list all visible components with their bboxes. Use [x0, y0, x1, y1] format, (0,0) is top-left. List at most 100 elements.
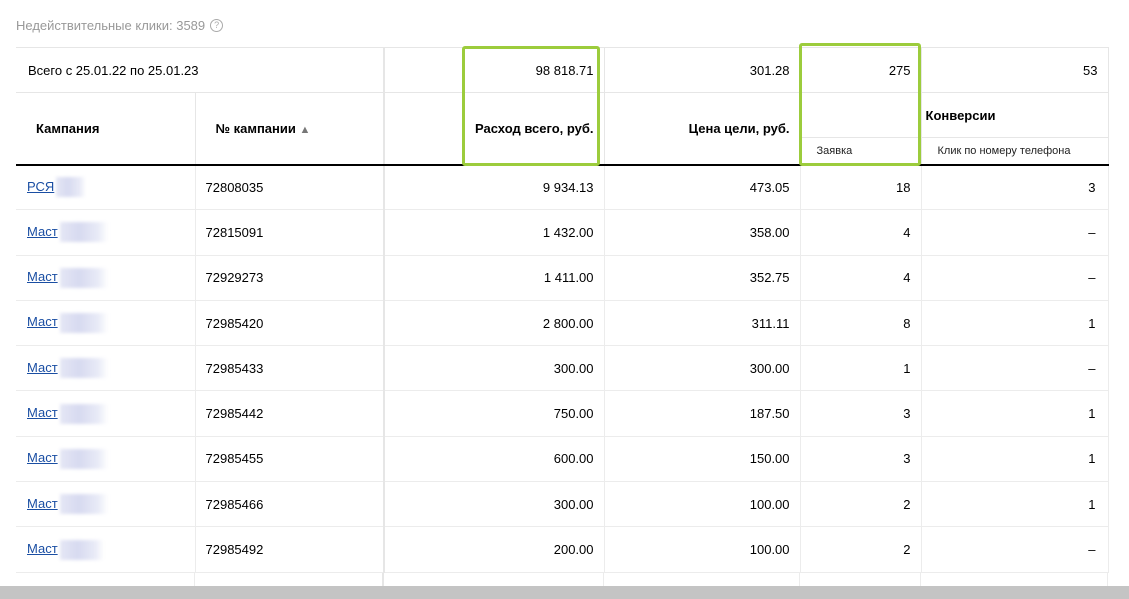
horizontal-scrollbar[interactable]: [0, 586, 1129, 599]
campaign-id-cell: 72815091: [195, 209, 386, 256]
campaign-link[interactable]: Маст: [27, 269, 58, 284]
spend-cell: 9 934.13: [384, 164, 605, 211]
campaign-link[interactable]: Маст: [27, 450, 58, 465]
goal-price-cell: 100.00: [604, 481, 801, 528]
goal-price-cell: 352.75: [604, 255, 801, 301]
header-goal-price[interactable]: Цена цели, руб.: [604, 92, 801, 166]
header-campaign[interactable]: Кампания: [16, 92, 196, 166]
campaign-name-cell: Маст: [16, 209, 196, 256]
leads-cell: 4: [800, 255, 922, 301]
total-spend: 98 818.71: [384, 47, 605, 93]
table-row: РСЯ 72808035 9 934.13 473.05 18 3: [16, 164, 1109, 211]
total-phone-clicks: 53: [921, 47, 1109, 93]
spend-cell: 200.00: [384, 526, 605, 573]
campaign-link[interactable]: Маст: [27, 314, 58, 329]
campaign-id-cell: 72985433: [195, 345, 386, 392]
campaign-link[interactable]: РСЯ: [27, 179, 54, 194]
spend-cell: 300.00: [384, 481, 605, 528]
redacted-name-blur: [59, 448, 108, 469]
campaign-name-cell: Маст: [16, 390, 196, 437]
spend-cell: 1 432.00: [384, 209, 605, 256]
leads-cell: 18: [800, 164, 922, 211]
table-row: Маст 72815091 1 432.00 358.00 4–: [16, 209, 1109, 256]
leads-cell: 8: [800, 300, 922, 347]
leads-cell: 3: [800, 390, 922, 437]
campaign-link[interactable]: Маст: [27, 496, 58, 511]
phone-clicks-cell: –: [921, 345, 1109, 392]
phone-clicks-cell: 1: [921, 300, 1109, 347]
invalid-clicks-note: Недействительные клики: 3589 ?: [16, 18, 224, 33]
leads-cell: 2: [800, 481, 922, 528]
leads-cell: 3: [800, 436, 922, 483]
campaign-id-cell: 72985442: [195, 390, 386, 437]
report-page: Недействительные клики: 3589 ? Всего с 2…: [0, 0, 1129, 599]
sort-asc-icon[interactable]: ▲: [300, 124, 311, 136]
totals-period-label: Всего с 25.01.22 по 25.01.23: [16, 47, 386, 93]
campaign-name-cell: Маст: [16, 526, 196, 573]
question-icon[interactable]: ?: [210, 19, 224, 32]
goal-price-cell: 150.00: [604, 436, 801, 483]
invalid-clicks-label: Недействительные клики: 3589: [16, 18, 206, 33]
redacted-name-blur: [59, 313, 108, 334]
table-row: Маст 72985442 750.00 187.50 3 1: [16, 390, 1109, 437]
table-row: Маст 72985433 300.00 300.00 1–: [16, 345, 1109, 392]
header-lead[interactable]: Заявка: [800, 137, 922, 166]
header-phone-click[interactable]: Клик по номеру телефона: [921, 137, 1109, 166]
redacted-name-blur: [59, 267, 108, 288]
goal-price-cell: 300.00: [604, 345, 801, 392]
campaign-name-cell: РСЯ: [16, 164, 196, 211]
goal-price-cell: 311.11: [604, 300, 801, 347]
campaign-name-cell: Маст: [16, 345, 196, 392]
goal-price-cell: 100.00: [604, 526, 801, 573]
header-lead-top: [800, 92, 922, 138]
phone-clicks-cell: 1: [921, 481, 1109, 528]
spend-cell: 600.00: [384, 436, 605, 483]
spend-cell: 2 800.00: [384, 300, 605, 347]
leads-cell: 2: [800, 526, 922, 573]
campaign-name-cell: Маст: [16, 300, 196, 347]
table-row: Маст 72985492 200.00 100.00 2–: [16, 526, 1109, 573]
campaign-id-cell: 72985492: [195, 526, 386, 573]
header-campaign-id[interactable]: № кампании ▲: [195, 92, 386, 166]
campaign-name-cell: Маст: [16, 481, 196, 528]
table-row: Маст 72985466 300.00 100.00 2 1: [16, 481, 1109, 528]
redacted-name-blur: [56, 177, 87, 198]
campaign-link[interactable]: Маст: [27, 360, 58, 375]
total-leads: 275: [800, 47, 922, 93]
campaign-link[interactable]: Маст: [27, 541, 58, 556]
phone-clicks-cell: –: [921, 209, 1109, 256]
redacted-name-blur: [59, 222, 108, 243]
phone-clicks-cell: 1: [921, 436, 1109, 483]
leads-cell: 4: [800, 209, 922, 256]
campaign-stats-table: Всего с 25.01.22 по 25.01.23 98 818.71 3…: [16, 47, 1109, 573]
redacted-name-blur: [59, 494, 108, 515]
totals-row: Всего с 25.01.22 по 25.01.23 98 818.71 3…: [16, 47, 1109, 93]
table-row: Маст 72929273 1 411.00 352.75 4–: [16, 255, 1109, 301]
phone-clicks-cell: 1: [921, 390, 1109, 437]
redacted-name-blur: [59, 539, 104, 560]
campaign-id-cell: 72808035: [195, 164, 386, 211]
table-row: Маст 72985420 2 800.00 311.11 8 1: [16, 300, 1109, 347]
phone-clicks-cell: –: [921, 255, 1109, 301]
spend-cell: 1 411.00: [384, 255, 605, 301]
campaign-id-cell: 72985466: [195, 481, 386, 528]
phone-clicks-cell: 3: [921, 164, 1109, 211]
table-body: РСЯ 72808035 9 934.13 473.05 18 3 Маст 72815091…: [16, 164, 1109, 573]
goal-price-cell: 473.05: [604, 164, 801, 211]
campaign-link[interactable]: Маст: [27, 224, 58, 239]
phone-clicks-cell: –: [921, 526, 1109, 573]
partial-next-row: [16, 573, 1108, 586]
goal-price-cell: 358.00: [604, 209, 801, 256]
table-row: Маст 72985455 600.00 150.00 3 1: [16, 436, 1109, 483]
header-conversions[interactable]: Конверсии: [921, 92, 1109, 138]
campaign-id-cell: 72929273: [195, 255, 386, 301]
goal-price-cell: 187.50: [604, 390, 801, 437]
header-spend[interactable]: Расход всего, руб.: [384, 92, 605, 166]
table-header-row: Кампания № кампании ▲ Расход всего, руб.…: [16, 92, 1109, 166]
total-goal-price: 301.28: [604, 47, 801, 93]
leads-cell: 1: [800, 345, 922, 392]
campaign-name-cell: Маст: [16, 255, 196, 301]
spend-cell: 300.00: [384, 345, 605, 392]
campaign-link[interactable]: Маст: [27, 405, 58, 420]
campaign-id-cell: 72985455: [195, 436, 386, 483]
